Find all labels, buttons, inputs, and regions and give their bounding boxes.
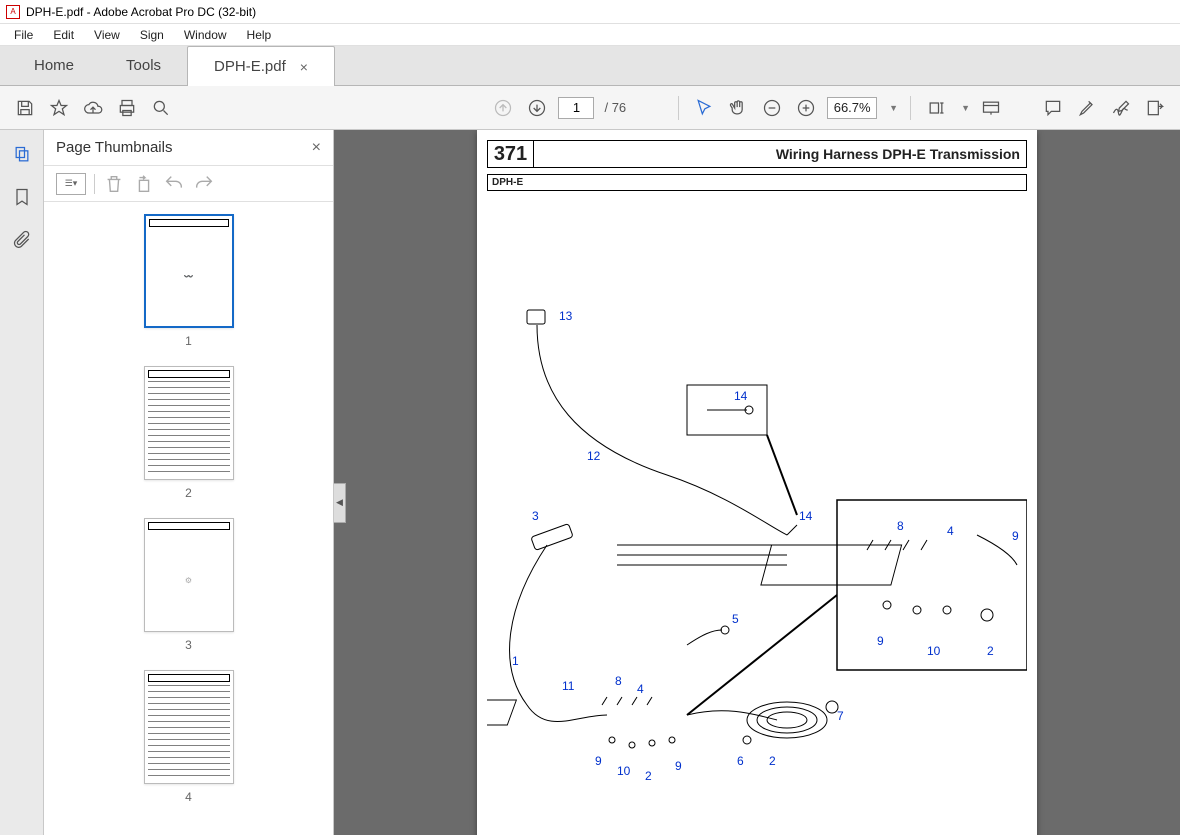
svg-text:8: 8	[615, 674, 622, 688]
tab-document[interactable]: DPH-E.pdf ×	[187, 46, 335, 86]
wiring-diagram: 13 12 14 14 3 1 11 8 4 5 9 10 2 9 6 2 7	[487, 230, 1027, 835]
thumbnails-list: 〰️ 1 2 ⚙ 3 4	[44, 202, 333, 835]
section-title: Wiring Harness DPH-E Transmission	[534, 146, 1026, 162]
svg-text:14: 14	[799, 509, 813, 523]
close-panel-button[interactable]: ×	[312, 139, 321, 157]
search-icon[interactable]	[148, 95, 174, 121]
svg-text:4: 4	[947, 524, 954, 538]
thumbnail-label: 1	[185, 334, 192, 348]
undo-icon[interactable]	[163, 173, 185, 195]
page-down-icon[interactable]	[524, 95, 550, 121]
thumbnails-panel: Page Thumbnails × ☰▾ 〰️ 1 2 ⚙ 3	[44, 130, 334, 835]
page-total-label: / 76	[602, 100, 628, 115]
zoom-select[interactable]: 66.7%	[827, 97, 877, 119]
menu-edit[interactable]: Edit	[43, 28, 84, 42]
svg-text:9: 9	[1012, 529, 1019, 543]
svg-text:9: 9	[595, 754, 602, 768]
thumbnail-3[interactable]: ⚙ 3	[144, 518, 234, 652]
svg-text:14: 14	[734, 389, 748, 403]
thumbnail-4[interactable]: 4	[144, 670, 234, 804]
svg-text:7: 7	[837, 709, 844, 723]
sign-icon[interactable]	[1108, 95, 1134, 121]
thumbnails-rail-icon[interactable]	[11, 144, 33, 166]
app-icon: A	[6, 5, 20, 19]
hand-tool-icon[interactable]	[725, 95, 751, 121]
svg-text:12: 12	[587, 449, 601, 463]
highlight-icon[interactable]	[1074, 95, 1100, 121]
svg-text:2: 2	[987, 644, 994, 658]
tab-tools[interactable]: Tools	[100, 45, 187, 85]
svg-text:10: 10	[617, 764, 631, 778]
svg-text:8: 8	[897, 519, 904, 533]
svg-text:2: 2	[645, 769, 652, 783]
menu-view[interactable]: View	[84, 28, 130, 42]
tab-document-label: DPH-E.pdf	[214, 58, 286, 75]
svg-text:9: 9	[877, 634, 884, 648]
menu-sign[interactable]: Sign	[130, 28, 174, 42]
menu-window[interactable]: Window	[174, 28, 237, 42]
document-page: 371 Wiring Harness DPH-E Transmission DP…	[477, 130, 1037, 835]
chevron-down-icon[interactable]: ▼	[961, 103, 970, 113]
svg-text:2: 2	[769, 754, 776, 768]
thumbnail-2[interactable]: 2	[144, 366, 234, 500]
section-number: 371	[488, 141, 534, 167]
comment-icon[interactable]	[1040, 95, 1066, 121]
bookmark-rail-icon[interactable]	[11, 186, 33, 208]
svg-text:3: 3	[532, 509, 539, 523]
section-subtitle: DPH-E	[487, 174, 1027, 191]
page-header: 371 Wiring Harness DPH-E Transmission	[487, 140, 1027, 168]
svg-text:10: 10	[927, 644, 941, 658]
document-viewer[interactable]: ◀ 371 Wiring Harness DPH-E Transmission …	[334, 130, 1180, 835]
print-icon[interactable]	[114, 95, 140, 121]
zoom-out-icon[interactable]	[759, 95, 785, 121]
more-tools-icon[interactable]	[1142, 95, 1168, 121]
tab-strip: Home Tools DPH-E.pdf ×	[0, 46, 1180, 86]
thumbnail-options-button[interactable]: ☰▾	[56, 173, 86, 195]
thumbnail-1[interactable]: 〰️ 1	[144, 214, 234, 348]
redo-icon[interactable]	[193, 173, 215, 195]
tab-close-button[interactable]: ×	[300, 59, 308, 75]
thumbnail-label: 2	[185, 486, 192, 500]
save-icon[interactable]	[12, 95, 38, 121]
page-number-input[interactable]	[558, 97, 594, 119]
left-rail	[0, 130, 44, 835]
svg-text:13: 13	[559, 309, 573, 323]
zoom-value: 66.7%	[834, 100, 871, 115]
menu-file[interactable]: File	[4, 28, 43, 42]
menu-help[interactable]: Help	[237, 28, 282, 42]
zoom-in-icon[interactable]	[793, 95, 819, 121]
attachment-rail-icon[interactable]	[11, 228, 33, 250]
chevron-down-icon[interactable]: ▼	[889, 103, 898, 113]
menu-bar: File Edit View Sign Window Help	[0, 24, 1180, 46]
svg-text:6: 6	[737, 754, 744, 768]
content-area: Page Thumbnails × ☰▾ 〰️ 1 2 ⚙ 3	[0, 130, 1180, 835]
svg-text:9: 9	[675, 759, 682, 773]
delete-page-icon[interactable]	[103, 173, 125, 195]
thumbnails-toolbar: ☰▾	[44, 166, 333, 202]
cloud-upload-icon[interactable]	[80, 95, 106, 121]
toolbar: / 76 66.7% ▼ ▼	[0, 86, 1180, 130]
fit-width-icon[interactable]	[923, 95, 949, 121]
read-mode-icon[interactable]	[978, 95, 1004, 121]
svg-text:11: 11	[562, 679, 575, 693]
selection-tool-icon[interactable]	[691, 95, 717, 121]
thumbnail-label: 3	[185, 638, 192, 652]
svg-text:4: 4	[637, 682, 644, 696]
thumbnail-label: 4	[185, 790, 192, 804]
page-up-icon[interactable]	[490, 95, 516, 121]
star-icon[interactable]	[46, 95, 72, 121]
svg-text:5: 5	[732, 612, 739, 626]
svg-text:1: 1	[512, 654, 519, 668]
rotate-page-icon[interactable]	[133, 173, 155, 195]
thumbnails-title: Page Thumbnails	[56, 139, 172, 156]
thumbnails-header: Page Thumbnails ×	[44, 130, 333, 166]
separator	[94, 174, 95, 194]
collapse-panel-button[interactable]: ◀	[334, 483, 346, 523]
title-bar: A DPH-E.pdf - Adobe Acrobat Pro DC (32-b…	[0, 0, 1180, 24]
tab-home[interactable]: Home	[8, 45, 100, 85]
window-title: DPH-E.pdf - Adobe Acrobat Pro DC (32-bit…	[26, 5, 256, 19]
